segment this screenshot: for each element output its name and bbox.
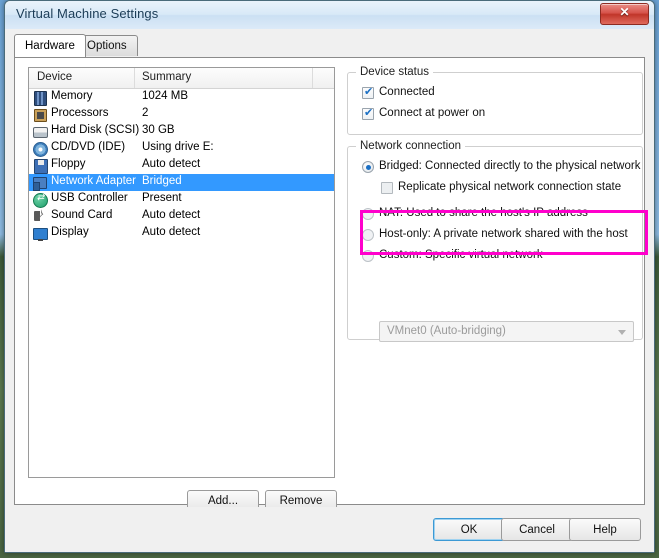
column-header-device[interactable]: Device	[37, 71, 72, 83]
radio-unselected-icon	[362, 229, 374, 241]
processor-icon	[32, 107, 48, 122]
radio-selected-icon	[362, 161, 374, 173]
cd-dvd-icon	[32, 141, 48, 157]
list-item[interactable]: USB Controller Present	[29, 191, 334, 208]
column-divider[interactable]	[312, 68, 313, 88]
device-summary: 30 GB	[142, 124, 175, 136]
column-header-summary[interactable]: Summary	[142, 71, 191, 83]
device-name: Network Adapter	[51, 175, 137, 187]
device-list-header: Device Summary	[29, 68, 334, 89]
title-bar: Virtual Machine Settings	[5, 1, 654, 30]
hard-disk-icon	[32, 124, 48, 139]
device-list[interactable]: Device Summary Memory 1024 MB Processors 2…	[28, 67, 335, 478]
device-status-group: Device status Connected Connect at power…	[347, 66, 643, 135]
custom-network-value: VMnet0 (Auto-bridging)	[387, 325, 506, 337]
list-item[interactable]: Memory 1024 MB	[29, 89, 334, 106]
hardware-tab-page: Device Summary Memory 1024 MB Processors 2…	[14, 57, 648, 512]
device-rows: Memory 1024 MB Processors 2 Hard Disk (SCS…	[29, 89, 334, 477]
list-item[interactable]: CD/DVD (IDE) Using drive E:	[29, 140, 334, 157]
custom-network-dropdown[interactable]: VMnet0 (Auto-bridging)	[379, 321, 634, 342]
network-connection-legend: Network connection	[356, 140, 465, 152]
list-item-network-adapter[interactable]: Network Adapter Bridged	[29, 174, 334, 191]
device-summary: Auto detect	[142, 209, 201, 221]
device-summary: Present	[142, 192, 182, 204]
window-title: Virtual Machine Settings	[16, 6, 159, 21]
checkbox-label: Replicate physical network connection st…	[398, 181, 622, 193]
device-summary: Auto detect	[142, 226, 201, 238]
memory-icon	[32, 90, 48, 106]
device-name: CD/DVD (IDE)	[51, 141, 126, 153]
network-adapter-icon	[32, 175, 48, 191]
virtual-machine-settings-window: Virtual Machine Settings Hardware Option…	[4, 0, 655, 553]
dialog-footer: OK Cancel Help	[6, 507, 653, 551]
device-name: Processors	[51, 107, 109, 119]
device-name: Sound Card	[51, 209, 113, 221]
device-summary: 1024 MB	[142, 90, 189, 102]
chevron-down-icon	[618, 330, 626, 335]
floppy-icon	[32, 158, 48, 174]
column-divider[interactable]	[134, 68, 135, 88]
device-summary: 2	[142, 107, 149, 119]
device-summary: Using drive E:	[142, 141, 214, 153]
checkbox-label: Connected	[379, 86, 435, 98]
radio-label: NAT: Used to share the host's IP address	[379, 207, 588, 219]
list-item[interactable]: Sound Card Auto detect	[29, 208, 334, 225]
help-button[interactable]: Help	[569, 518, 641, 541]
list-item[interactable]: Processors 2	[29, 106, 334, 123]
device-name: Hard Disk (SCSI)	[51, 124, 140, 136]
display-icon	[32, 226, 48, 241]
checkbox-checked-icon	[362, 106, 374, 120]
device-name: Floppy	[51, 158, 86, 170]
device-name: USB Controller	[51, 192, 128, 204]
device-name: Memory	[51, 90, 93, 102]
device-summary: Bridged	[142, 175, 182, 187]
ok-button[interactable]: OK	[433, 518, 505, 541]
device-status-legend: Device status	[356, 66, 434, 78]
list-item[interactable]: Hard Disk (SCSI) 30 GB	[29, 123, 334, 140]
close-icon[interactable]	[600, 3, 649, 25]
network-connection-group: Network connection Bridged: Connected di…	[347, 140, 643, 340]
radio-unselected-icon	[362, 250, 374, 262]
list-item[interactable]: Display Auto detect	[29, 225, 334, 242]
usb-controller-icon	[32, 192, 48, 208]
radio-label: Custom: Specific virtual network	[379, 249, 543, 261]
checkbox-checked-icon	[362, 85, 374, 99]
list-item[interactable]: Floppy Auto detect	[29, 157, 334, 174]
cancel-button[interactable]: Cancel	[501, 518, 573, 541]
radio-label: Bridged: Connected directly to the physi…	[379, 160, 641, 172]
device-summary: Auto detect	[142, 158, 201, 170]
tab-hardware[interactable]: Hardware	[14, 34, 86, 57]
sound-card-icon	[32, 208, 48, 224]
window-client-area: Hardware Options Device Summary Memory 10…	[5, 29, 654, 552]
device-name: Display	[51, 226, 89, 238]
radio-unselected-icon	[362, 208, 374, 220]
checkbox-label: Connect at power on	[379, 107, 486, 119]
radio-label: Host-only: A private network shared with…	[379, 228, 628, 240]
checkbox-unchecked-icon	[381, 182, 393, 194]
